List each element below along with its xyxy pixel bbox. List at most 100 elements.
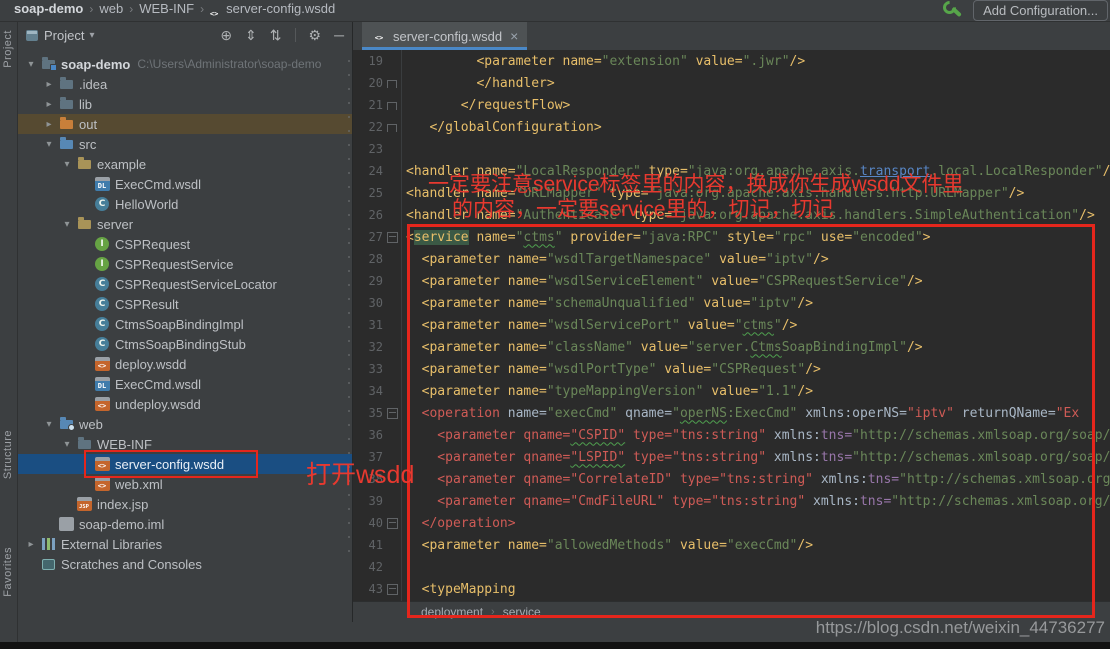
code-token: SoapBindingImpl" bbox=[782, 340, 907, 355]
breadcrumb-item-web[interactable]: web bbox=[99, 1, 123, 16]
chevron-open-icon[interactable]: ▾ bbox=[40, 139, 58, 150]
fold-marker-icon[interactable] bbox=[383, 518, 401, 529]
chevron-closed-icon[interactable]: ▸ bbox=[22, 539, 40, 550]
tree-item-deploy.wsdd[interactable]: <>deploy.wsdd bbox=[18, 354, 352, 374]
add-configuration-button[interactable]: Add Configuration... bbox=[973, 0, 1108, 21]
chevron-down-icon[interactable]: ▾ bbox=[89, 30, 94, 41]
tree-item-soap-demo[interactable]: ▾soap-demoC:\Users\Administrator\soap-de… bbox=[18, 54, 352, 74]
file-wsdd-icon: <> bbox=[94, 356, 110, 372]
tree-item-CSPRequest[interactable]: ICSPRequest bbox=[18, 234, 352, 254]
editor-breadcrumb-service[interactable]: service bbox=[503, 605, 541, 619]
locate-file-icon[interactable]: ⊕ bbox=[220, 27, 232, 44]
code-line-26[interactable]: 26<handler name="Authenticate" type="jav… bbox=[353, 204, 1110, 226]
tree-item-server-config.wsdd[interactable]: <>server-config.wsdd bbox=[18, 454, 352, 474]
code-line-39[interactable]: 39 <parameter qname="CmdFileURL" type="t… bbox=[353, 490, 1110, 512]
tree-item-.idea[interactable]: ▸.idea bbox=[18, 74, 352, 94]
chevron-closed-icon[interactable]: ▸ bbox=[40, 79, 58, 90]
panel-splitter[interactable] bbox=[348, 60, 350, 560]
external-libraries-icon bbox=[40, 536, 56, 552]
tree-item-web.xml[interactable]: <>web.xml bbox=[18, 474, 352, 494]
build-wrench-icon[interactable] bbox=[944, 2, 961, 19]
tab-server-config-wsdd[interactable]: <> server-config.wsdd × bbox=[362, 22, 527, 50]
tool-window-structure[interactable]: Structure bbox=[2, 430, 14, 479]
code-line-37[interactable]: 37 <parameter qname="LSPID" type="tns:st… bbox=[353, 446, 1110, 468]
code-line-28[interactable]: 28 <parameter name="wsdlTargetNamespace"… bbox=[353, 248, 1110, 270]
tree-item-server[interactable]: ▾server bbox=[18, 214, 352, 234]
expand-all-icon[interactable]: ⇕ bbox=[245, 27, 257, 44]
project-panel-title[interactable]: Project bbox=[44, 28, 84, 43]
code-line-21[interactable]: 21 </requestFlow> bbox=[353, 94, 1110, 116]
code-token: value= bbox=[633, 340, 688, 355]
tree-item-web[interactable]: ▾web bbox=[18, 414, 352, 434]
chevron-closed-icon[interactable]: ▸ bbox=[40, 119, 58, 130]
code-line-22[interactable]: 22 </globalConfiguration> bbox=[353, 116, 1110, 138]
tree-item-lib[interactable]: ▸lib bbox=[18, 94, 352, 114]
code-line-19[interactable]: 19 <parameter name="extension" value=".j… bbox=[353, 50, 1110, 72]
code-line-36[interactable]: 36 <parameter qname="CSPID" type="tns:st… bbox=[353, 424, 1110, 446]
fold-marker-icon[interactable] bbox=[383, 100, 401, 110]
code-line-23[interactable]: 23 bbox=[353, 138, 1110, 160]
fold-marker-icon[interactable] bbox=[383, 122, 401, 132]
tree-item-CtmsSoapBindingImpl[interactable]: CCtmsSoapBindingImpl bbox=[18, 314, 352, 334]
chevron-closed-icon[interactable]: ▸ bbox=[40, 99, 58, 110]
tree-item-CtmsSoapBindingStub[interactable]: CCtmsSoapBindingStub bbox=[18, 334, 352, 354]
breadcrumb-item-server-config.wsdd[interactable]: server-config.wsdd bbox=[226, 1, 335, 16]
code-token: transport bbox=[860, 164, 930, 179]
code-line-30[interactable]: 30 <parameter name="schemaUnqualified" v… bbox=[353, 292, 1110, 314]
code-line-31[interactable]: 31 <parameter name="wsdlServicePort" val… bbox=[353, 314, 1110, 336]
fold-marker-icon[interactable] bbox=[383, 408, 401, 419]
code-line-43[interactable]: 43 <typeMapping bbox=[353, 578, 1110, 600]
editor-breadcrumb-deployment[interactable]: deployment bbox=[421, 605, 483, 619]
fold-marker-icon[interactable] bbox=[383, 584, 401, 595]
breadcrumb-item-WEB-INF[interactable]: WEB-INF bbox=[139, 1, 194, 16]
tool-window-favorites[interactable]: Favorites bbox=[2, 547, 14, 597]
code-text: <typeMapping bbox=[401, 578, 1110, 600]
tree-item-ExecCmd.wsdl[interactable]: DLExecCmd.wsdl bbox=[18, 174, 352, 194]
code-line-20[interactable]: 20 </handler> bbox=[353, 72, 1110, 94]
tool-window-project[interactable]: Project bbox=[2, 30, 14, 68]
code-line-34[interactable]: 34 <parameter name="typeMappingVersion" … bbox=[353, 380, 1110, 402]
tree-item-CSPResult[interactable]: CCSPResult bbox=[18, 294, 352, 314]
tree-item-CSPRequestService[interactable]: ICSPRequestService bbox=[18, 254, 352, 274]
line-number: 28 bbox=[353, 252, 383, 266]
code-line-27[interactable]: 27<service name="ctms" provider="java:RP… bbox=[353, 226, 1110, 248]
breadcrumb-item-soap-demo[interactable]: soap-demo bbox=[14, 1, 83, 16]
tree-item-ExecCmd.wsdl[interactable]: DLExecCmd.wsdl bbox=[18, 374, 352, 394]
fold-marker-icon[interactable] bbox=[383, 78, 401, 88]
code-line-42[interactable]: 42 bbox=[353, 556, 1110, 578]
tree-item-soap-demo.iml[interactable]: soap-demo.iml bbox=[18, 514, 352, 534]
chevron-open-icon[interactable]: ▾ bbox=[40, 419, 58, 430]
chevron-open-icon[interactable]: ▾ bbox=[22, 59, 40, 70]
tree-item-undeploy.wsdd[interactable]: <>undeploy.wsdd bbox=[18, 394, 352, 414]
code-line-29[interactable]: 29 <parameter name="wsdlServiceElement" … bbox=[353, 270, 1110, 292]
tree-item-index.jsp[interactable]: JSPindex.jsp bbox=[18, 494, 352, 514]
tree-item-CSPRequestServiceLocator[interactable]: CCSPRequestServiceLocator bbox=[18, 274, 352, 294]
code-line-40[interactable]: 40 </operation> bbox=[353, 512, 1110, 534]
code-editor[interactable]: 19 <parameter name="extension" value=".j… bbox=[353, 50, 1110, 601]
tree-item-out[interactable]: ▸out bbox=[18, 114, 352, 134]
tree-item-External-Libraries[interactable]: ▸External Libraries bbox=[18, 534, 352, 554]
code-line-24[interactable]: 24<handler name="LocalResponder" type="j… bbox=[353, 160, 1110, 182]
close-tab-icon[interactable]: × bbox=[510, 28, 518, 44]
chevron-open-icon[interactable]: ▾ bbox=[58, 439, 76, 450]
chevron-open-icon[interactable]: ▾ bbox=[58, 219, 76, 230]
project-panel-header: Project ▾ ⊕ ⇕ ⇅ ⚙ ─ bbox=[18, 22, 352, 48]
folder-icon bbox=[58, 96, 74, 112]
tree-item-WEB-INF[interactable]: ▾WEB-INF bbox=[18, 434, 352, 454]
tree-item-example[interactable]: ▾example bbox=[18, 154, 352, 174]
tree-item-Scratches-and-Consoles[interactable]: Scratches and Consoles bbox=[18, 554, 352, 574]
tree-item-src[interactable]: ▾src bbox=[18, 134, 352, 154]
tree-item-HelloWorld[interactable]: CHelloWorld bbox=[18, 194, 352, 214]
code-line-33[interactable]: 33 <parameter name="wsdlPortType" value=… bbox=[353, 358, 1110, 380]
tab-label: server-config.wsdd bbox=[393, 29, 502, 44]
code-line-38[interactable]: 38 <parameter qname="CorrelateID" type="… bbox=[353, 468, 1110, 490]
code-line-32[interactable]: 32 <parameter name="className" value="se… bbox=[353, 336, 1110, 358]
hide-panel-icon[interactable]: ─ bbox=[334, 27, 344, 43]
code-line-35[interactable]: 35 <operation name="execCmd" qname="oper… bbox=[353, 402, 1110, 424]
fold-marker-icon[interactable] bbox=[383, 232, 401, 243]
settings-gear-icon[interactable]: ⚙ bbox=[309, 27, 322, 44]
collapse-all-icon[interactable]: ⇅ bbox=[270, 27, 282, 44]
code-line-41[interactable]: 41 <parameter name="allowedMethods" valu… bbox=[353, 534, 1110, 556]
code-line-25[interactable]: 25<handler name="URLMapper" type="java:o… bbox=[353, 182, 1110, 204]
chevron-open-icon[interactable]: ▾ bbox=[58, 159, 76, 170]
